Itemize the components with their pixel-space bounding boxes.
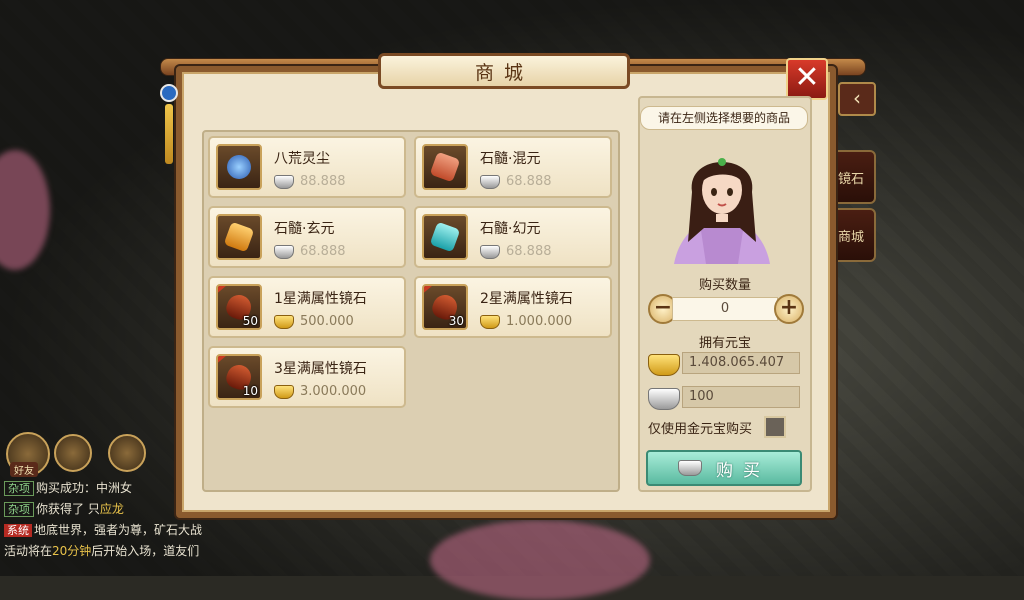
friends-label: 好友 <box>10 462 38 477</box>
selection-hint: 请在左侧选择想要的商品 <box>640 106 808 130</box>
item-name: 石髓·玄元 <box>274 221 335 237</box>
chat-text: 后开始入场，道友们 <box>91 544 200 558</box>
silver-ingot-icon <box>274 174 294 189</box>
blossom-tree-decoration <box>430 520 650 600</box>
item-price: 88.888 <box>274 174 346 189</box>
item-name: 石髓·幻元 <box>480 221 541 237</box>
mirror-stone-icon: 限购30 <box>422 284 468 330</box>
silver-ingot-icon <box>274 244 294 259</box>
shop-item[interactable]: 石髓·玄元 68.888 <box>208 206 406 268</box>
mirror-stone-icon: 限购50 <box>216 284 262 330</box>
price-value: 68.888 <box>300 244 346 259</box>
chat-tag: 杂项 <box>4 502 34 517</box>
page-title: 商城 <box>378 53 630 89</box>
silver-ingot-icon <box>480 174 500 189</box>
silver-ingot-icon <box>678 460 702 476</box>
only-gold-checkbox[interactable] <box>764 416 786 438</box>
item-price: 68.888 <box>480 244 552 259</box>
back-arrow-icon[interactable]: ‹ <box>838 82 876 116</box>
chat-text: 你获得了 只 <box>36 502 100 516</box>
shop-item[interactable]: 八荒灵尘 88.888 <box>208 136 406 198</box>
shopkeeper-portrait <box>674 158 770 264</box>
gold-ingot-icon <box>648 354 680 376</box>
shop-item[interactable]: 限购10 3星满属性镜石 3.000.000 <box>208 346 406 408</box>
chat-highlight: 20分钟 <box>52 544 92 558</box>
price-value: 88.888 <box>300 174 346 189</box>
chat-tag: 系统 <box>4 524 32 537</box>
silver-balance-row: 100 <box>648 386 800 410</box>
mirror-stone-icon: 限购10 <box>216 354 262 400</box>
quantity-field[interactable]: 0 <box>672 297 778 321</box>
chat-text: 地底世界，强者为尊，矿石大战 <box>34 523 203 537</box>
buy-button[interactable]: 购买 <box>646 450 802 486</box>
price-value: 3.000.000 <box>300 384 367 399</box>
chat-text: 活动将在 <box>4 544 53 558</box>
gold-ingot-icon <box>480 314 500 329</box>
chat-line: 系统 地底世界，强者为尊，矿石大战 <box>4 520 304 541</box>
item-price: 500.000 <box>274 314 354 329</box>
quantity-label: 购买数量 <box>698 278 751 293</box>
chat-bubble-icon[interactable] <box>54 434 92 472</box>
teal-stone-icon <box>422 214 468 260</box>
price-value: 68.888 <box>506 244 552 259</box>
item-name: 1星满属性镜石 <box>274 291 367 307</box>
item-price: 68.888 <box>480 174 552 189</box>
shop-item[interactable]: 石髓·混元 68.888 <box>414 136 612 198</box>
item-quantity: 50 <box>242 314 258 328</box>
tassel-decoration <box>160 84 178 184</box>
close-icon[interactable]: ✕ <box>786 58 828 100</box>
shop-item[interactable]: 石髓·幻元 68.888 <box>414 206 612 268</box>
chat-line: 活动将在20分钟后开始入场，道友们 <box>4 541 304 561</box>
gold-balance: 1.408.065.407 <box>682 352 800 374</box>
shop-item[interactable]: 限购50 1星满属性镜石 500.000 <box>208 276 406 338</box>
item-quantity: 30 <box>448 314 464 328</box>
tab-label: 商城 <box>837 229 864 245</box>
orange-stone-icon <box>216 214 262 260</box>
item-name: 3星满属性镜石 <box>274 361 367 377</box>
gold-ingot-icon <box>274 314 294 329</box>
price-value: 1.000.000 <box>506 314 573 329</box>
silver-ingot-icon <box>648 388 680 410</box>
item-price: 3.000.000 <box>274 384 366 399</box>
item-price: 1.000.000 <box>480 314 572 329</box>
increase-quantity-button[interactable]: + <box>774 294 804 324</box>
chat-text: 购买成功：中洲女 <box>36 481 133 495</box>
chat-tag: 杂项 <box>4 481 34 496</box>
shop-item[interactable]: 限购30 2星满属性镜石 1.000.000 <box>414 276 612 338</box>
chat-highlight: 应龙 <box>99 502 124 516</box>
owned-ingot-label: 拥有元宝 <box>698 336 751 351</box>
gold-ingot-icon <box>274 384 294 399</box>
price-value: 500.000 <box>300 314 354 329</box>
only-gold-label: 仅使用金元宝购买 <box>648 422 753 437</box>
microphone-icon[interactable] <box>108 434 146 472</box>
item-price: 68.888 <box>274 244 346 259</box>
item-name: 石髓·混元 <box>480 151 541 167</box>
tab-label: 镜石 <box>837 171 864 187</box>
blue-pouch-icon <box>216 144 262 190</box>
gold-balance-row: 1.408.065.407 <box>648 352 800 376</box>
buy-button-label: 购买 <box>716 460 770 481</box>
silver-balance: 100 <box>682 386 800 408</box>
item-name: 八荒灵尘 <box>274 151 330 167</box>
price-value: 68.888 <box>506 174 552 189</box>
silver-ingot-icon <box>480 244 500 259</box>
red-stone-icon <box>422 144 468 190</box>
item-name: 2星满属性镜石 <box>480 291 573 307</box>
item-quantity: 10 <box>242 384 258 398</box>
